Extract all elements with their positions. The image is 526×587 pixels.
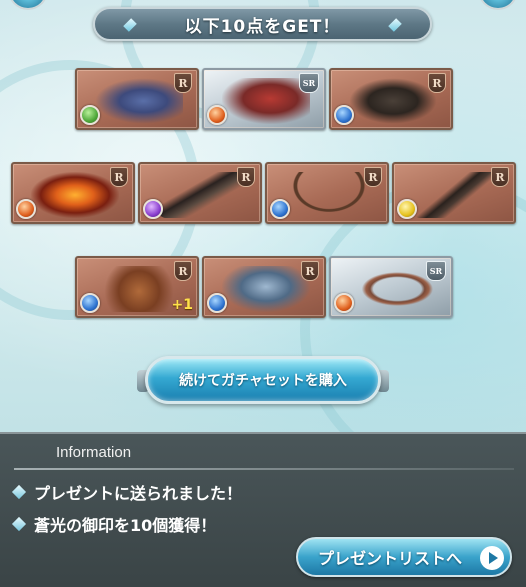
dark-element-icon xyxy=(143,199,163,219)
card-art-pot-creature xyxy=(95,266,183,312)
diamond-bullet-icon xyxy=(11,484,27,500)
ornament-orb xyxy=(478,0,518,10)
rarity-badge: R xyxy=(301,261,319,281)
diamond-bullet-icon xyxy=(11,516,27,532)
card-art-gauntlet xyxy=(349,78,437,124)
reward-banner: 以下10点をGET！ xyxy=(93,7,432,41)
card-art-harp xyxy=(349,266,437,312)
rarity-badge: R xyxy=(174,73,192,93)
card-art-bow xyxy=(285,172,373,218)
diamond-icon xyxy=(388,18,402,32)
fire-element-icon xyxy=(334,293,354,313)
card-art-beast xyxy=(222,78,310,124)
info-message: 蒼光の御印を10個獲得！ xyxy=(11,512,217,536)
reward-card[interactable]: SR xyxy=(202,68,326,130)
reward-card[interactable]: R xyxy=(392,162,516,224)
water-element-icon xyxy=(270,199,290,219)
buy-gacha-set-button[interactable]: 続けてガチャセットを購入 xyxy=(145,356,381,404)
fire-element-icon xyxy=(16,199,36,219)
divider xyxy=(14,468,514,470)
rarity-badge: SR xyxy=(426,261,446,281)
card-art-axe xyxy=(412,172,500,218)
reward-card[interactable]: R xyxy=(138,162,262,224)
rarity-badge: R xyxy=(428,73,446,93)
information-title: Information xyxy=(56,444,132,461)
card-art-flame-spirit xyxy=(31,172,119,218)
present-list-button[interactable]: プレゼントリストへ xyxy=(296,537,512,577)
diamond-icon xyxy=(123,18,137,32)
card-art-undead-knight xyxy=(222,266,310,312)
card-art-blade xyxy=(158,172,246,218)
water-element-icon xyxy=(334,105,354,125)
reward-card[interactable]: R xyxy=(11,162,135,224)
reward-card[interactable]: SR xyxy=(329,256,453,318)
light-element-icon xyxy=(397,199,417,219)
water-element-icon xyxy=(80,293,100,313)
rarity-badge: R xyxy=(237,167,255,187)
reward-card[interactable]: R +1 xyxy=(75,256,199,318)
rarity-badge: R xyxy=(110,167,128,187)
wind-element-icon xyxy=(80,105,100,125)
info-message-text: 蒼光の御印を10個獲得！ xyxy=(34,516,217,535)
rarity-badge: R xyxy=(491,167,509,187)
info-message: プレゼントに送られました！ xyxy=(11,480,243,504)
fire-element-icon xyxy=(207,105,227,125)
arrow-right-icon xyxy=(480,546,504,570)
rarity-badge: R xyxy=(364,167,382,187)
reward-panel: 以下10点をGET！ R SR R R R R R R +1 R SR 続けてガ… xyxy=(0,0,526,432)
rarity-badge: R xyxy=(174,261,192,281)
plus-bonus: +1 xyxy=(171,297,193,313)
ornament-orb xyxy=(8,0,48,10)
reward-card[interactable]: R xyxy=(202,256,326,318)
reward-card[interactable]: R xyxy=(265,162,389,224)
reward-card[interactable]: R xyxy=(75,68,199,130)
banner-title: 以下10点をGET！ xyxy=(184,16,341,37)
present-list-label: プレゼントリストへ xyxy=(317,549,462,568)
rarity-badge: SR xyxy=(299,73,319,93)
card-art-dragon xyxy=(95,78,183,124)
info-message-text: プレゼントに送られました！ xyxy=(34,484,243,503)
water-element-icon xyxy=(207,293,227,313)
reward-card[interactable]: R xyxy=(329,68,453,130)
